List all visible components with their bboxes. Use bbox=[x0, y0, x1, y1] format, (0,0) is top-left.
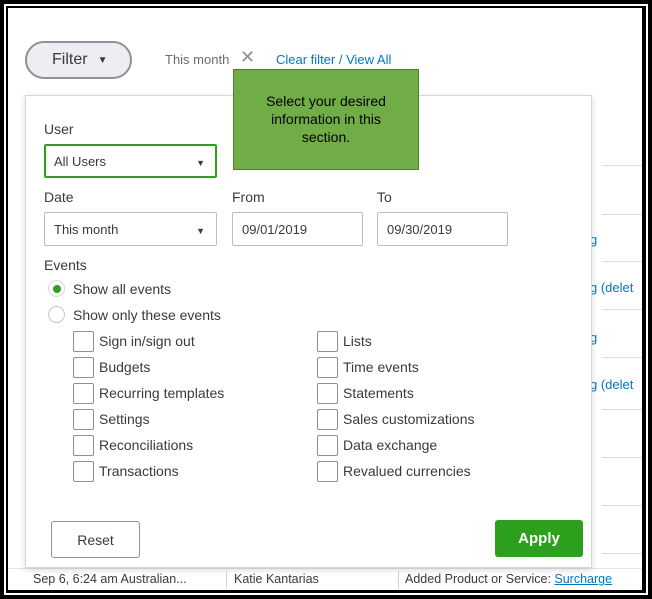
checkbox-icon bbox=[317, 382, 338, 404]
radio-show-all-label: Show all events bbox=[73, 280, 172, 297]
checkbox-icon bbox=[73, 460, 94, 482]
checkbox-statements[interactable]: Statements bbox=[317, 382, 414, 404]
checkbox-label: Sign in/sign out bbox=[99, 333, 195, 349]
instruction-callout: Select your desired information in this … bbox=[233, 69, 419, 170]
radio-unselected-icon bbox=[48, 306, 65, 323]
row-event: Added Product or Service: Surcharge bbox=[405, 572, 612, 586]
checkbox-reconciliations[interactable]: Reconciliations bbox=[73, 434, 193, 456]
caret-down-icon: ▼ bbox=[196, 158, 205, 168]
callout-line: Select your desired bbox=[266, 93, 386, 109]
checkbox-data-exchange[interactable]: Data exchange bbox=[317, 434, 437, 456]
date-select[interactable]: This month ▼ bbox=[44, 212, 217, 246]
checkbox-icon bbox=[317, 434, 338, 456]
row-divider bbox=[602, 357, 642, 358]
checkbox-sales-customizations[interactable]: Sales customizations bbox=[317, 408, 475, 430]
to-date-input[interactable]: 09/30/2019 bbox=[377, 212, 508, 246]
checkbox-transactions[interactable]: Transactions bbox=[73, 460, 179, 482]
date-select-value: This month bbox=[54, 221, 119, 237]
to-date-value: 09/30/2019 bbox=[387, 221, 453, 237]
caret-down-icon: ▼ bbox=[97, 54, 108, 66]
checkbox-icon bbox=[317, 408, 338, 430]
row-event-prefix: Added Product or Service: bbox=[405, 572, 555, 586]
checkbox-label: Lists bbox=[343, 333, 372, 349]
checkbox-label: Budgets bbox=[99, 359, 151, 375]
row-date: Sep 6, 6:24 am Australian... bbox=[33, 572, 187, 586]
row-divider bbox=[602, 505, 642, 506]
row-divider bbox=[602, 457, 642, 458]
checkbox-icon bbox=[73, 382, 94, 404]
checkbox-label: Statements bbox=[343, 385, 414, 401]
row-user: Katie Kantarias bbox=[234, 572, 319, 586]
from-label: From bbox=[232, 189, 265, 205]
report-link[interactable]: g (delet bbox=[590, 280, 633, 295]
checkbox-label: Time events bbox=[343, 359, 419, 375]
checkbox-icon bbox=[73, 356, 94, 378]
radio-show-only-label: Show only these events bbox=[73, 306, 221, 323]
radio-selected-icon bbox=[48, 280, 65, 297]
checkbox-icon bbox=[317, 460, 338, 482]
filter-button[interactable]: Filter ▼ bbox=[25, 41, 132, 79]
callout-line: section. bbox=[301, 129, 351, 145]
checkbox-label: Reconciliations bbox=[99, 437, 194, 453]
from-date-input[interactable]: 09/01/2019 bbox=[232, 212, 363, 246]
row-divider bbox=[602, 309, 642, 310]
report-link[interactable]: g (delet bbox=[590, 377, 633, 392]
radio-show-all-events[interactable]: Show all events bbox=[48, 280, 171, 297]
reset-button[interactable]: Reset bbox=[51, 521, 140, 558]
checkbox-icon bbox=[317, 356, 338, 378]
caret-down-icon: ▼ bbox=[196, 226, 205, 236]
callout-line: information in this bbox=[271, 111, 381, 127]
radio-show-only-events[interactable]: Show only these events bbox=[48, 306, 221, 323]
row-divider bbox=[602, 261, 642, 262]
user-label: User bbox=[44, 121, 74, 137]
checkbox-sign-in-out[interactable]: Sign in/sign out bbox=[73, 330, 195, 352]
user-select-value: All Users bbox=[54, 153, 107, 169]
filter-button-label: Filter bbox=[52, 51, 88, 68]
checkbox-label: Transactions bbox=[99, 463, 179, 479]
apply-button[interactable]: Apply bbox=[495, 520, 583, 557]
row-divider bbox=[602, 165, 642, 166]
row-divider bbox=[602, 409, 642, 410]
date-label: Date bbox=[44, 189, 74, 205]
row-divider bbox=[602, 214, 642, 215]
checkbox-label: Settings bbox=[99, 411, 150, 427]
column-divider bbox=[226, 571, 227, 589]
events-label: Events bbox=[44, 257, 87, 273]
table-row: Sep 6, 6:24 am Australian... Katie Kanta… bbox=[8, 568, 642, 590]
audit-log-page: g g (delet g g (delet Sep 6, 6:24 am Aus… bbox=[8, 8, 642, 590]
checkbox-settings[interactable]: Settings bbox=[73, 408, 150, 430]
checkbox-recurring-templates[interactable]: Recurring templates bbox=[73, 382, 224, 404]
checkbox-revalued-currencies[interactable]: Revalued currencies bbox=[317, 460, 471, 482]
checkbox-time-events[interactable]: Time events bbox=[317, 356, 419, 378]
checkbox-icon bbox=[73, 434, 94, 456]
row-event-link[interactable]: Surcharge bbox=[554, 572, 612, 586]
checkbox-label: Sales customizations bbox=[343, 411, 475, 427]
from-date-value: 09/01/2019 bbox=[242, 221, 308, 237]
checkbox-icon bbox=[317, 330, 338, 352]
checkbox-lists[interactable]: Lists bbox=[317, 330, 372, 352]
checkbox-icon bbox=[73, 408, 94, 430]
user-select[interactable]: All Users ▼ bbox=[44, 144, 217, 178]
checkbox-icon bbox=[73, 330, 94, 352]
checkbox-budgets[interactable]: Budgets bbox=[73, 356, 150, 378]
checkbox-label: Revalued currencies bbox=[343, 463, 471, 479]
to-label: To bbox=[377, 189, 392, 205]
checkbox-label: Data exchange bbox=[343, 437, 438, 453]
row-divider bbox=[602, 553, 642, 554]
column-divider bbox=[398, 571, 399, 589]
clear-filter-link[interactable]: Clear filter / View All bbox=[276, 52, 391, 67]
close-icon[interactable]: ✕ bbox=[240, 48, 255, 66]
active-filter-chip: This month bbox=[165, 52, 230, 67]
checkbox-label: Recurring templates bbox=[99, 385, 225, 401]
